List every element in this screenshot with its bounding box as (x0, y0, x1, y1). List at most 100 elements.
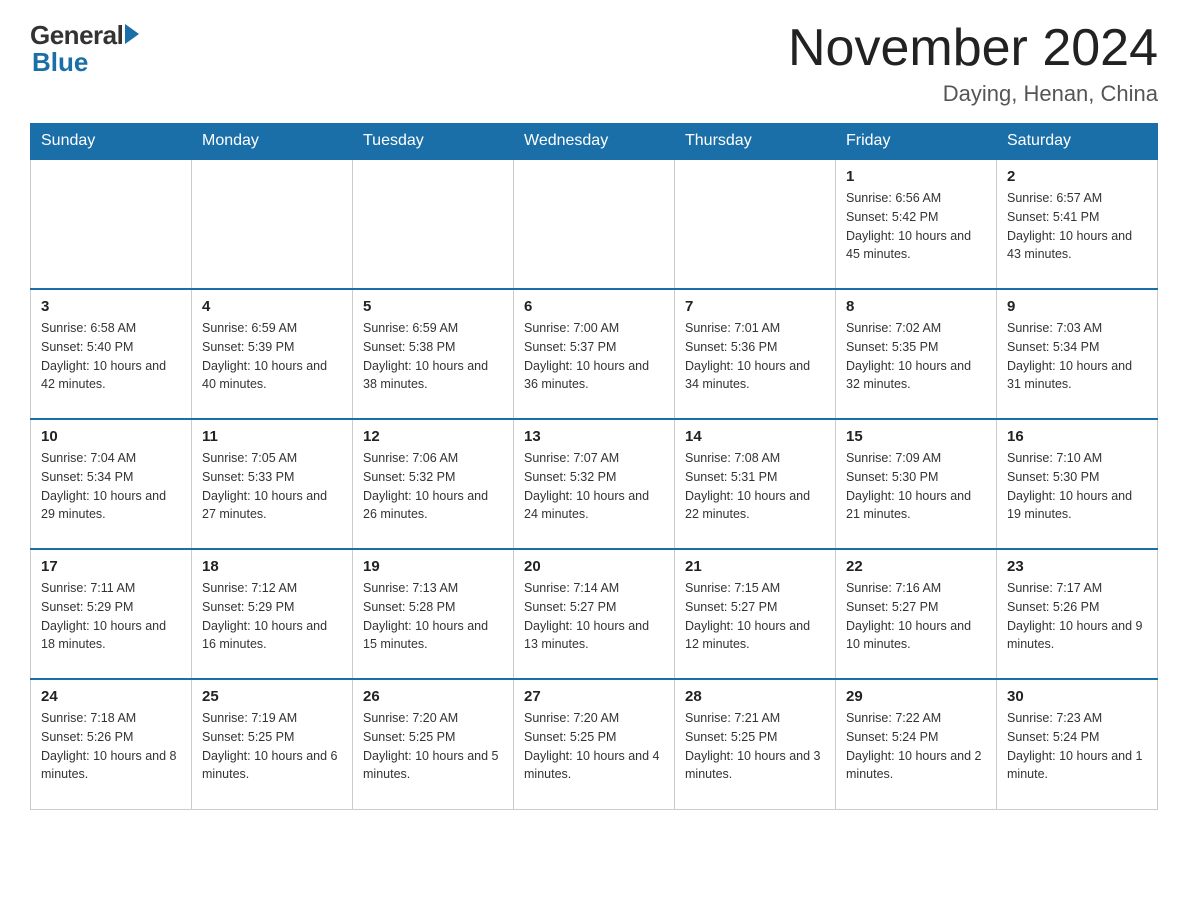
calendar-cell: 2 Sunrise: 6:57 AMSunset: 5:41 PMDaylight… (997, 159, 1158, 289)
day-of-week-header: Thursday (675, 124, 836, 160)
day-number: 1 (846, 168, 986, 185)
day-number: 6 (524, 298, 664, 315)
day-number: 13 (524, 428, 664, 445)
day-number: 15 (846, 428, 986, 445)
month-title: November 2024 (788, 20, 1158, 77)
location-subtitle: Daying, Henan, China (788, 81, 1158, 107)
calendar-cell: 6 Sunrise: 7:00 AMSunset: 5:37 PMDaylight… (514, 289, 675, 419)
calendar-cell: 5 Sunrise: 6:59 AMSunset: 5:38 PMDaylight… (353, 289, 514, 419)
day-info: Sunrise: 7:17 AMSunset: 5:26 PMDaylight:… (1007, 579, 1147, 654)
title-area: November 2024 Daying, Henan, China (788, 20, 1158, 107)
day-of-week-header: Friday (836, 124, 997, 160)
calendar-cell: 3 Sunrise: 6:58 AMSunset: 5:40 PMDaylight… (31, 289, 192, 419)
day-info: Sunrise: 7:15 AMSunset: 5:27 PMDaylight:… (685, 579, 825, 654)
calendar-cell: 13 Sunrise: 7:07 AMSunset: 5:32 PMDayligh… (514, 419, 675, 549)
calendar-cell (353, 159, 514, 289)
day-number: 7 (685, 298, 825, 315)
day-info: Sunrise: 7:13 AMSunset: 5:28 PMDaylight:… (363, 579, 503, 654)
day-number: 5 (363, 298, 503, 315)
calendar-cell: 9 Sunrise: 7:03 AMSunset: 5:34 PMDaylight… (997, 289, 1158, 419)
day-number: 27 (524, 688, 664, 705)
week-row: 3 Sunrise: 6:58 AMSunset: 5:40 PMDaylight… (31, 289, 1158, 419)
week-row: 24 Sunrise: 7:18 AMSunset: 5:26 PMDayligh… (31, 679, 1158, 809)
day-number: 11 (202, 428, 342, 445)
day-info: Sunrise: 6:59 AMSunset: 5:38 PMDaylight:… (363, 319, 503, 394)
calendar-cell: 8Sunrise: 7:02 AMSunset: 5:35 PMDaylight… (836, 289, 997, 419)
day-info: Sunrise: 7:02 AMSunset: 5:35 PMDaylight:… (846, 319, 986, 394)
day-info: Sunrise: 7:05 AMSunset: 5:33 PMDaylight:… (202, 449, 342, 524)
calendar-cell: 11 Sunrise: 7:05 AMSunset: 5:33 PMDayligh… (192, 419, 353, 549)
calendar-table: SundayMondayTuesdayWednesdayThursdayFrid… (30, 123, 1158, 810)
day-info: Sunrise: 7:06 AMSunset: 5:32 PMDaylight:… (363, 449, 503, 524)
logo-arrow-icon (125, 24, 139, 44)
calendar-cell: 20Sunrise: 7:14 AMSunset: 5:27 PMDayligh… (514, 549, 675, 679)
day-info: Sunrise: 7:03 AMSunset: 5:34 PMDaylight:… (1007, 319, 1147, 394)
calendar-cell: 24 Sunrise: 7:18 AMSunset: 5:26 PMDayligh… (31, 679, 192, 809)
day-info: Sunrise: 7:16 AMSunset: 5:27 PMDaylight:… (846, 579, 986, 654)
day-info: Sunrise: 7:10 AMSunset: 5:30 PMDaylight:… (1007, 449, 1147, 524)
day-number: 18 (202, 558, 342, 575)
day-number: 3 (41, 298, 181, 315)
day-number: 12 (363, 428, 503, 445)
day-info: Sunrise: 7:19 AMSunset: 5:25 PMDaylight:… (202, 709, 342, 784)
day-number: 19 (363, 558, 503, 575)
calendar-cell: 25 Sunrise: 7:19 AMSunset: 5:25 PMDayligh… (192, 679, 353, 809)
calendar-cell (675, 159, 836, 289)
calendar-cell: 29Sunrise: 7:22 AMSunset: 5:24 PMDayligh… (836, 679, 997, 809)
day-number: 14 (685, 428, 825, 445)
day-number: 16 (1007, 428, 1147, 445)
day-number: 17 (41, 558, 181, 575)
day-number: 9 (1007, 298, 1147, 315)
day-info: Sunrise: 7:00 AMSunset: 5:37 PMDaylight:… (524, 319, 664, 394)
day-info: Sunrise: 7:08 AMSunset: 5:31 PMDaylight:… (685, 449, 825, 524)
day-info: Sunrise: 7:20 AMSunset: 5:25 PMDaylight:… (524, 709, 664, 784)
calendar-cell: 26Sunrise: 7:20 AMSunset: 5:25 PMDayligh… (353, 679, 514, 809)
calendar-cell: 22 Sunrise: 7:16 AMSunset: 5:27 PMDayligh… (836, 549, 997, 679)
day-info: Sunrise: 7:12 AMSunset: 5:29 PMDaylight:… (202, 579, 342, 654)
calendar-cell: 19 Sunrise: 7:13 AMSunset: 5:28 PMDayligh… (353, 549, 514, 679)
day-of-week-header: Saturday (997, 124, 1158, 160)
day-number: 21 (685, 558, 825, 575)
day-number: 30 (1007, 688, 1147, 705)
day-info: Sunrise: 7:01 AMSunset: 5:36 PMDaylight:… (685, 319, 825, 394)
calendar-cell: 15 Sunrise: 7:09 AMSunset: 5:30 PMDayligh… (836, 419, 997, 549)
calendar-cell: 10Sunrise: 7:04 AMSunset: 5:34 PMDayligh… (31, 419, 192, 549)
calendar-cell (31, 159, 192, 289)
day-number: 22 (846, 558, 986, 575)
day-info: Sunrise: 6:56 AMSunset: 5:42 PMDaylight:… (846, 189, 986, 264)
day-info: Sunrise: 7:20 AMSunset: 5:25 PMDaylight:… (363, 709, 503, 784)
logo-blue-text: Blue (30, 47, 88, 78)
day-number: 24 (41, 688, 181, 705)
day-info: Sunrise: 7:22 AMSunset: 5:24 PMDaylight:… (846, 709, 986, 784)
day-of-week-header: Monday (192, 124, 353, 160)
calendar-cell: 1 Sunrise: 6:56 AMSunset: 5:42 PMDaylight… (836, 159, 997, 289)
day-number: 2 (1007, 168, 1147, 185)
day-info: Sunrise: 7:11 AMSunset: 5:29 PMDaylight:… (41, 579, 181, 654)
day-number: 23 (1007, 558, 1147, 575)
day-info: Sunrise: 7:14 AMSunset: 5:27 PMDaylight:… (524, 579, 664, 654)
calendar-cell: 17 Sunrise: 7:11 AMSunset: 5:29 PMDayligh… (31, 549, 192, 679)
calendar-cell: 18 Sunrise: 7:12 AMSunset: 5:29 PMDayligh… (192, 549, 353, 679)
week-row: 1 Sunrise: 6:56 AMSunset: 5:42 PMDaylight… (31, 159, 1158, 289)
logo: General Blue (30, 20, 139, 78)
day-info: Sunrise: 7:21 AMSunset: 5:25 PMDaylight:… (685, 709, 825, 784)
calendar-cell: 28Sunrise: 7:21 AMSunset: 5:25 PMDayligh… (675, 679, 836, 809)
day-info: Sunrise: 6:58 AMSunset: 5:40 PMDaylight:… (41, 319, 181, 394)
calendar-cell: 12 Sunrise: 7:06 AMSunset: 5:32 PMDayligh… (353, 419, 514, 549)
day-number: 4 (202, 298, 342, 315)
day-number: 10 (41, 428, 181, 445)
day-number: 25 (202, 688, 342, 705)
day-info: Sunrise: 7:18 AMSunset: 5:26 PMDaylight:… (41, 709, 181, 784)
day-of-week-header: Tuesday (353, 124, 514, 160)
calendar-cell: 16 Sunrise: 7:10 AMSunset: 5:30 PMDayligh… (997, 419, 1158, 549)
calendar-cell: 23 Sunrise: 7:17 AMSunset: 5:26 PMDayligh… (997, 549, 1158, 679)
day-of-week-header: Wednesday (514, 124, 675, 160)
day-info: Sunrise: 6:57 AMSunset: 5:41 PMDaylight:… (1007, 189, 1147, 264)
calendar-cell: 21 Sunrise: 7:15 AMSunset: 5:27 PMDayligh… (675, 549, 836, 679)
day-info: Sunrise: 7:07 AMSunset: 5:32 PMDaylight:… (524, 449, 664, 524)
day-info: Sunrise: 7:09 AMSunset: 5:30 PMDaylight:… (846, 449, 986, 524)
calendar-cell: 27 Sunrise: 7:20 AMSunset: 5:25 PMDayligh… (514, 679, 675, 809)
day-info: Sunrise: 7:23 AMSunset: 5:24 PMDaylight:… (1007, 709, 1147, 784)
page-header: General Blue November 2024 Daying, Henan… (30, 20, 1158, 107)
day-of-week-header: Sunday (31, 124, 192, 160)
